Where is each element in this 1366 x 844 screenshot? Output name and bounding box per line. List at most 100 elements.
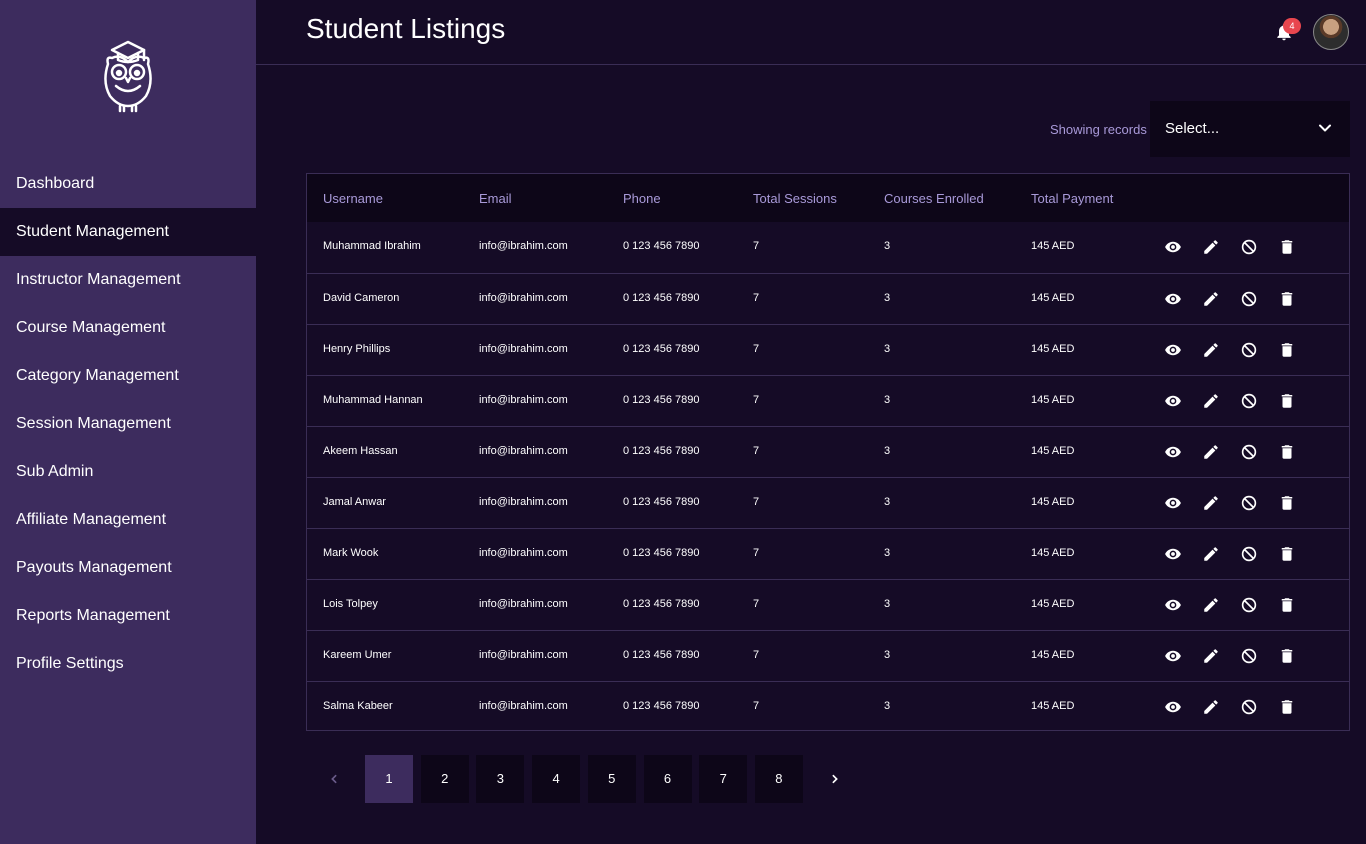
table-row: David Cameron info@ibrahim.com 0 123 456 7… [307, 273, 1349, 324]
email-cell: info@ibrahim.com [479, 394, 568, 406]
table-body: Muhammad Ibrahim info@ibrahim.com 0 123 45… [307, 222, 1349, 732]
sidebar-item-session-management[interactable]: Session Management [0, 400, 256, 448]
courses-enrolled-cell: 3 [884, 240, 891, 252]
eye-icon[interactable] [1164, 341, 1182, 359]
eye-icon[interactable] [1164, 238, 1182, 256]
eye-icon[interactable] [1164, 647, 1182, 665]
pencil-icon[interactable] [1202, 238, 1220, 256]
page-button[interactable]: 6 [643, 755, 692, 803]
avatar[interactable] [1313, 14, 1349, 50]
page-button[interactable]: 7 [699, 755, 748, 803]
trash-icon[interactable] [1278, 238, 1296, 256]
records-select-value: Select... [1165, 120, 1220, 137]
phone-cell: 0 123 456 7890 [623, 343, 700, 355]
sidebar-item-dashboard[interactable]: Dashboard [0, 160, 256, 208]
pencil-icon[interactable] [1202, 698, 1220, 716]
block-icon[interactable] [1240, 392, 1258, 410]
block-icon[interactable] [1240, 290, 1258, 308]
username-cell: Muhammad Ibrahim [323, 240, 421, 252]
trash-icon[interactable] [1278, 545, 1296, 563]
block-icon[interactable] [1240, 494, 1258, 512]
trash-icon[interactable] [1278, 392, 1296, 410]
trash-icon[interactable] [1278, 290, 1296, 308]
sidebar-item-category-management[interactable]: Category Management [0, 352, 256, 400]
table-header: Username Email Phone Total Sessions Cour… [307, 174, 1349, 222]
courses-enrolled-cell: 3 [884, 343, 891, 355]
column-header-total-payment[interactable]: Total Payment [1031, 191, 1113, 206]
sidebar-item-student-management[interactable]: Student Management [0, 208, 256, 256]
courses-enrolled-cell: 3 [884, 496, 891, 508]
sidebar-item-payouts-management[interactable]: Payouts Management [0, 544, 256, 592]
page-button[interactable]: 1 [365, 755, 413, 803]
column-header-courses-enrolled[interactable]: Courses Enrolled [884, 191, 984, 206]
pencil-icon[interactable] [1202, 494, 1220, 512]
chevron-left-icon[interactable] [310, 755, 358, 803]
pencil-icon[interactable] [1202, 290, 1220, 308]
page-button[interactable]: 2 [420, 755, 469, 803]
pencil-icon[interactable] [1202, 341, 1220, 359]
column-header-phone[interactable]: Phone [623, 191, 661, 206]
total-sessions-cell: 7 [753, 598, 760, 610]
email-cell: info@ibrahim.com [479, 700, 568, 712]
username-cell: Jamal Anwar [323, 496, 386, 508]
username-cell: Kareem Umer [323, 649, 392, 661]
phone-cell: 0 123 456 7890 [623, 394, 700, 406]
page-button[interactable]: 8 [754, 755, 803, 803]
page-title: Student Listings [306, 13, 506, 44]
total-payment-cell: 145 AED [1031, 445, 1075, 457]
pencil-icon[interactable] [1202, 392, 1220, 410]
courses-enrolled-cell: 3 [884, 445, 891, 457]
eye-icon[interactable] [1164, 290, 1182, 308]
block-icon[interactable] [1240, 545, 1258, 563]
pencil-icon[interactable] [1202, 443, 1220, 461]
block-icon[interactable] [1240, 341, 1258, 359]
column-header-email[interactable]: Email [479, 191, 512, 206]
sidebar-nav: Dashboard Student Management Instructor … [0, 160, 256, 688]
sidebar-item-instructor-management[interactable]: Instructor Management [0, 256, 256, 304]
sidebar-item-profile-settings[interactable]: Profile Settings [0, 640, 256, 688]
sidebar-item-reports-management[interactable]: Reports Management [0, 592, 256, 640]
sidebar-item-affiliate-management[interactable]: Affiliate Management [0, 496, 256, 544]
trash-icon[interactable] [1278, 647, 1296, 665]
block-icon[interactable] [1240, 647, 1258, 665]
eye-icon[interactable] [1164, 494, 1182, 512]
trash-icon[interactable] [1278, 443, 1296, 461]
table-row: Henry Phillips info@ibrahim.com 0 123 456 … [307, 324, 1349, 375]
eye-icon[interactable] [1164, 392, 1182, 410]
eye-icon[interactable] [1164, 596, 1182, 614]
total-payment-cell: 145 AED [1031, 547, 1075, 559]
block-icon[interactable] [1240, 698, 1258, 716]
records-select[interactable]: Select... [1150, 101, 1350, 157]
trash-icon[interactable] [1278, 341, 1296, 359]
sidebar-item-course-management[interactable]: Course Management [0, 304, 256, 352]
pencil-icon[interactable] [1202, 647, 1220, 665]
page-button[interactable]: 5 [587, 755, 636, 803]
owl-logo-icon [104, 40, 152, 113]
sidebar: Dashboard Student Management Instructor … [0, 0, 256, 844]
pencil-icon[interactable] [1202, 545, 1220, 563]
page-button[interactable]: 3 [476, 755, 525, 803]
email-cell: info@ibrahim.com [479, 547, 568, 559]
total-sessions-cell: 7 [753, 394, 760, 406]
block-icon[interactable] [1240, 596, 1258, 614]
total-payment-cell: 145 AED [1031, 700, 1075, 712]
eye-icon[interactable] [1164, 698, 1182, 716]
column-header-username[interactable]: Username [323, 191, 383, 206]
page-button[interactable]: 4 [532, 755, 581, 803]
trash-icon[interactable] [1278, 596, 1296, 614]
username-cell: Henry Phillips [323, 343, 391, 355]
eye-icon[interactable] [1164, 443, 1182, 461]
block-icon[interactable] [1240, 238, 1258, 256]
email-cell: info@ibrahim.com [479, 240, 568, 252]
chevron-right-icon[interactable] [811, 755, 859, 803]
total-sessions-cell: 7 [753, 547, 760, 559]
eye-icon[interactable] [1164, 545, 1182, 563]
pencil-icon[interactable] [1202, 596, 1220, 614]
trash-icon[interactable] [1278, 494, 1296, 512]
sidebar-item-sub-admin[interactable]: Sub Admin [0, 448, 256, 496]
trash-icon[interactable] [1278, 698, 1296, 716]
block-icon[interactable] [1240, 443, 1258, 461]
email-cell: info@ibrahim.com [479, 445, 568, 457]
total-payment-cell: 145 AED [1031, 598, 1075, 610]
column-header-total-sessions[interactable]: Total Sessions [753, 191, 837, 206]
